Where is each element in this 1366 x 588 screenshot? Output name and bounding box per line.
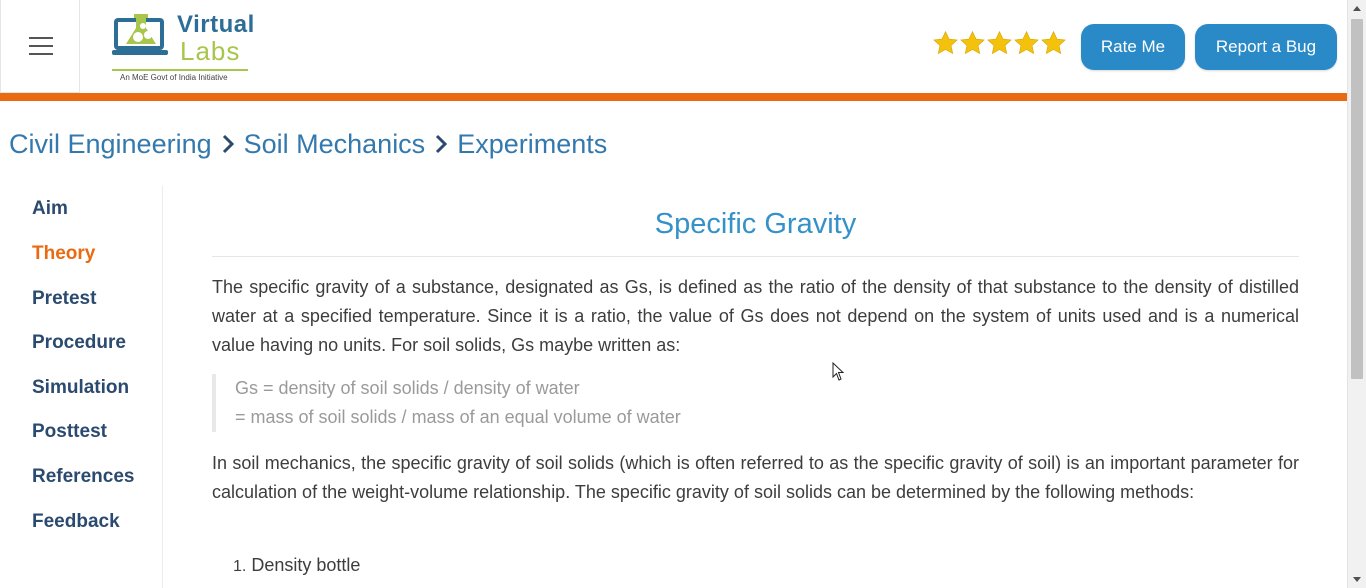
theory-paragraph-methods: In soil mechanics, the specific gravity … (212, 453, 1299, 502)
virtual-labs-logo[interactable]: Virtual Labs An MoE Govt of India Initia… (108, 6, 280, 86)
logo-word-labs: Labs (180, 36, 241, 66)
methods-list: 1. Density bottle (233, 551, 360, 581)
sidebar-item-simulation[interactable]: Simulation (32, 377, 129, 399)
formula-blockquote: Gs = density of soil solids / density of… (212, 374, 812, 432)
hamburger-menu-button[interactable] (0, 0, 80, 93)
breadcrumb-soil-mechanics[interactable]: Soil Mechanics (244, 129, 426, 160)
logo-underline (112, 69, 248, 71)
scroll-down-arrow-icon[interactable] (1348, 571, 1366, 588)
rating-stars[interactable] (932, 30, 1067, 58)
formula-line: = mass of soil solids / mass of an equal… (235, 407, 681, 427)
star-icon (987, 30, 1012, 55)
hamburger-icon-bar (29, 53, 53, 55)
scrollbar-thumb[interactable] (1351, 19, 1363, 379)
star-icon (1041, 30, 1066, 55)
sidebar-item-theory[interactable]: Theory (32, 243, 95, 265)
breadcrumb-civil-engineering[interactable]: Civil Engineering (9, 129, 212, 160)
title-divider (212, 256, 1299, 257)
vertical-scrollbar[interactable] (1347, 0, 1366, 588)
formula-line: Gs = density of soil solids / density of… (235, 378, 580, 398)
logo-tagline: An MoE Govt of India Initiative (120, 73, 228, 82)
hamburger-icon-bar (29, 37, 53, 39)
rate-me-button[interactable]: Rate Me (1081, 24, 1185, 70)
mouse-pointer-icon (832, 362, 845, 381)
sidebar-item-pretest[interactable]: Pretest (32, 288, 96, 310)
header-accent-bar (0, 93, 1347, 101)
breadcrumb: Civil Engineering Soil Mechanics Experim… (9, 125, 607, 163)
sidebar-item-feedback[interactable]: Feedback (32, 511, 120, 533)
experiment-sidebar: Aim Theory Pretest Procedure Simulation … (0, 186, 163, 588)
page-title: Specific Gravity (654, 208, 857, 240)
theory-paragraph-intro: The specific gravity of a substance, des… (212, 277, 1299, 355)
logo-word-virtual: Virtual (177, 11, 255, 38)
list-item-number: 1. (233, 558, 247, 575)
chevron-right-icon (222, 134, 234, 154)
chevron-right-icon (436, 134, 448, 154)
star-icon (960, 30, 985, 55)
breadcrumb-experiments[interactable]: Experiments (457, 129, 607, 160)
site-header: Virtual Labs An MoE Govt of India Initia… (0, 0, 1347, 93)
scroll-up-arrow-icon[interactable] (1348, 0, 1366, 17)
star-icon (1014, 30, 1039, 55)
list-item: 1. Density bottle (233, 551, 360, 581)
report-bug-button[interactable]: Report a Bug (1195, 24, 1337, 70)
sidebar-item-posttest[interactable]: Posttest (32, 421, 107, 443)
sidebar-item-procedure[interactable]: Procedure (32, 332, 126, 354)
logo-flask-icon (112, 14, 168, 55)
sidebar-item-aim[interactable]: Aim (32, 198, 68, 220)
hamburger-icon-bar (29, 45, 53, 47)
star-icon (933, 30, 958, 55)
sidebar-item-references[interactable]: References (32, 466, 134, 488)
list-item-text: Density bottle (251, 555, 361, 575)
